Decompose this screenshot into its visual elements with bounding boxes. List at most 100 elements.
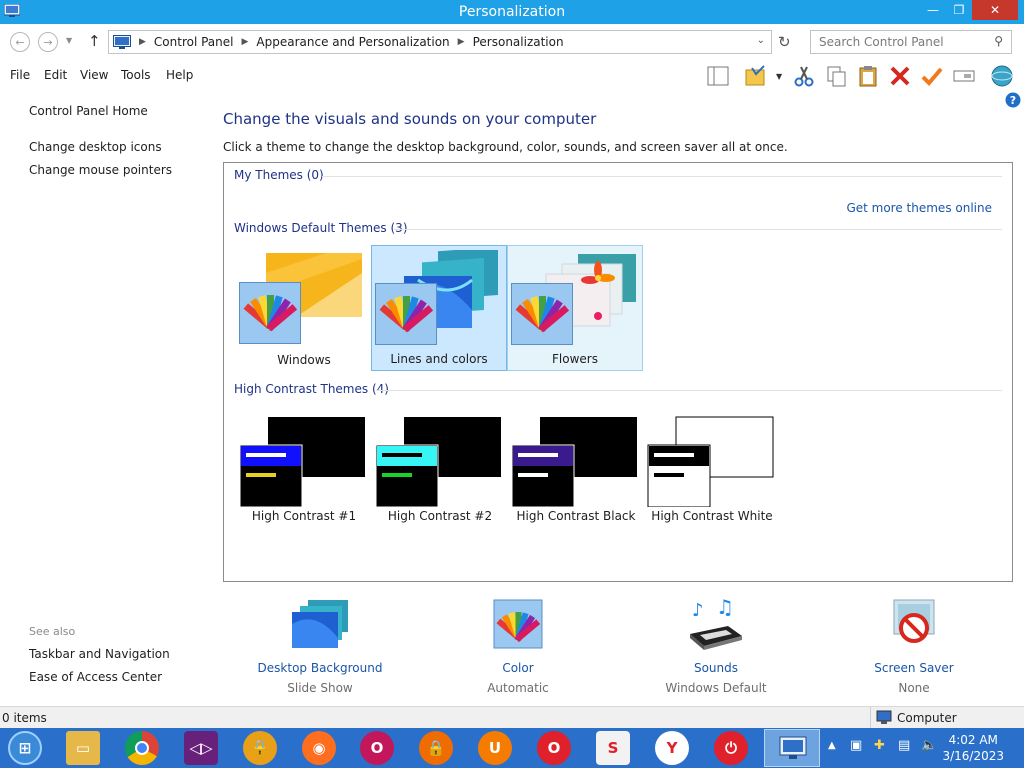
window-title: Personalization: [458, 4, 566, 20]
minimize-button[interactable]: —: [920, 0, 946, 20]
refresh-icon[interactable]: ↻: [778, 33, 791, 51]
address-dropdown-icon[interactable]: ⌄: [757, 35, 765, 46]
theme-high-contrast-1[interactable]: High Contrast #1: [236, 413, 372, 539]
vpn-lock-icon[interactable]: 🔒: [243, 731, 277, 765]
menu-edit[interactable]: Edit: [44, 68, 67, 82]
menu-tools[interactable]: Tools: [121, 68, 151, 82]
color-palette-icon: [493, 599, 543, 649]
option-title: Screen Saver: [874, 661, 954, 675]
clock[interactable]: 4:02 AM 3/16/2023: [942, 732, 1004, 764]
clock-time: 4:02 AM: [948, 733, 998, 747]
forward-arrow-icon: →: [43, 35, 53, 49]
theme-lines-and-colors[interactable]: Lines and colors: [371, 245, 507, 371]
start-button[interactable]: ⊞: [8, 731, 42, 765]
layout-pane-icon[interactable]: [706, 64, 730, 88]
breadcrumb-control-panel[interactable]: Control Panel: [154, 35, 234, 49]
back-button[interactable]: ←: [10, 32, 30, 52]
copy-icon[interactable]: [824, 64, 848, 88]
globe-icon[interactable]: [990, 64, 1014, 88]
taskbar-navigation-link[interactable]: Taskbar and Navigation: [29, 647, 170, 661]
address-row: ← → ▼ ↑ ▶ Control Panel ▶ Appearance and…: [0, 24, 1024, 60]
breadcrumb-appearance[interactable]: Appearance and Personalization: [256, 35, 449, 49]
uc-browser-icon[interactable]: U: [478, 731, 512, 765]
volume-icon[interactable]: 🔈: [921, 738, 937, 753]
option-value: None: [898, 681, 930, 695]
close-button[interactable]: ✕: [972, 0, 1018, 20]
vpn-shield-icon[interactable]: 🔒: [419, 731, 453, 765]
control-panel-icon: [4, 4, 20, 17]
opera-icon[interactable]: O: [537, 731, 571, 765]
theme-windows[interactable]: Windows: [236, 245, 372, 371]
properties-checkmark-icon[interactable]: [920, 64, 944, 88]
left-pane: [0, 90, 210, 705]
breadcrumb-separator-icon: ▶: [241, 37, 249, 47]
control-panel-taskbar-button[interactable]: [764, 729, 820, 767]
power-icon[interactable]: ⏻: [714, 731, 748, 765]
cut-icon[interactable]: [792, 64, 816, 88]
dropdown-arrow-icon[interactable]: ▼: [776, 72, 782, 81]
option-value: Slide Show: [287, 681, 353, 695]
sublime-icon[interactable]: S: [596, 731, 630, 765]
rename-icon[interactable]: [952, 64, 976, 88]
theme-label: High Contrast White: [651, 509, 773, 523]
menu-bar: File Edit View Tools Help ▼ ?: [0, 60, 1024, 108]
breadcrumb-separator-icon: ▶: [139, 37, 146, 47]
control-panel-small-icon: [113, 34, 131, 49]
menu-help[interactable]: Help: [166, 68, 193, 82]
theme-high-contrast-white[interactable]: High Contrast White: [644, 413, 780, 539]
breadcrumb-separator-icon: ▶: [457, 37, 465, 47]
control-panel-home-link[interactable]: Control Panel Home: [29, 104, 148, 118]
change-mouse-pointers-link[interactable]: Change mouse pointers: [29, 163, 172, 177]
folder-options-icon[interactable]: [744, 64, 768, 88]
divider: [322, 176, 1002, 177]
up-arrow-icon[interactable]: ↑: [88, 32, 101, 50]
svg-text:?: ?: [1010, 94, 1016, 107]
address-bar[interactable]: ▶ Control Panel ▶ Appearance and Persona…: [108, 30, 772, 54]
file-explorer-icon[interactable]: ▭: [66, 731, 100, 765]
help-icon[interactable]: ?: [1005, 92, 1021, 108]
network-icon[interactable]: ▤: [898, 738, 910, 753]
visual-studio-icon[interactable]: ◁▷: [184, 731, 218, 765]
high-contrast-header[interactable]: High Contrast Themes (4): [234, 382, 389, 396]
default-themes-header[interactable]: Windows Default Themes (3): [234, 221, 408, 235]
see-also-label: See also: [29, 625, 76, 638]
option-value: Automatic: [487, 681, 549, 695]
theme-high-contrast-2[interactable]: High Contrast #2: [372, 413, 508, 539]
forward-button[interactable]: →: [38, 32, 58, 52]
sounds-option[interactable]: ♪ ♫ Sounds Windows Default: [636, 595, 796, 695]
color-option[interactable]: Color Automatic: [438, 598, 598, 695]
menu-file[interactable]: File: [10, 68, 30, 82]
opera-gx-icon[interactable]: O: [360, 731, 394, 765]
paste-icon[interactable]: [856, 64, 880, 88]
chrome-icon[interactable]: [125, 731, 159, 765]
back-arrow-icon: ←: [15, 35, 25, 49]
search-icon[interactable]: ⚲: [994, 34, 1003, 48]
firefox-icon[interactable]: ◉: [302, 731, 336, 765]
taskbar: ⊞ ▭ ◁▷ 🔒 ◉ O 🔒 U O S Y ⏻ ▲ ▣ ✚ ▤ 🔈 4:02 …: [0, 728, 1024, 768]
screen-saver-option[interactable]: Screen Saver None: [834, 598, 994, 695]
delete-icon[interactable]: [888, 64, 912, 88]
title-bar: Personalization — ❐ ✕: [0, 0, 1024, 24]
hc-white-preview: [647, 416, 774, 508]
theme-flowers[interactable]: Flowers: [507, 245, 643, 371]
get-more-themes-link[interactable]: Get more themes online: [846, 201, 992, 215]
option-title: Sounds: [693, 661, 739, 675]
change-desktop-icons-link[interactable]: Change desktop icons: [29, 140, 162, 154]
hc2-preview: [375, 417, 501, 508]
desktop-background-option[interactable]: Desktop Background Slide Show: [240, 598, 400, 695]
recent-locations-dropdown-icon[interactable]: ▼: [66, 36, 72, 45]
menu-view[interactable]: View: [80, 68, 108, 82]
tray-app-icon[interactable]: ▣: [850, 738, 862, 753]
search-input[interactable]: Search Control Panel ⚲: [810, 30, 1012, 54]
tray-security-icon[interactable]: ✚: [874, 738, 885, 753]
theme-high-contrast-black[interactable]: High Contrast Black: [508, 413, 644, 539]
status-bar: 0 items Computer: [0, 706, 1024, 729]
breadcrumb-personalization[interactable]: Personalization: [473, 35, 564, 49]
maximize-button[interactable]: ❐: [946, 0, 972, 20]
theme-label: High Contrast #2: [387, 509, 493, 523]
my-themes-header[interactable]: My Themes (0): [234, 168, 324, 182]
ease-of-access-link[interactable]: Ease of Access Center: [29, 670, 162, 684]
theme-label: High Contrast #1: [251, 509, 357, 523]
yandex-icon[interactable]: Y: [655, 731, 689, 765]
show-hidden-icons-icon[interactable]: ▲: [828, 740, 836, 751]
